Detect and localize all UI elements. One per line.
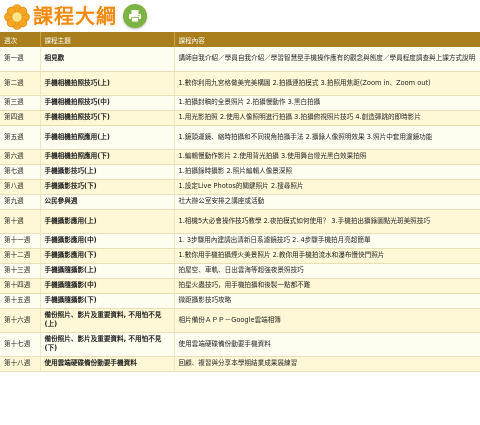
content-cell: 1.用光影拍照 2.使用人像照明進行拍攝 3.拍攝俯視照片技巧 4.創造彈跳的即… (174, 110, 480, 126)
week-cell: 第四週 (0, 110, 41, 126)
table-row: 第五週 手機相機拍照應用(上) 1.鏡頭運鏡、縮時拍攝和不同視角拍攝手法 2.攝錄人… (0, 125, 480, 150)
topic-cell: 備份照片、影片及重要資料, 不用怕不見(上) (40, 308, 175, 333)
week-cell: 第十一週 (0, 233, 41, 249)
topic-cell: 手機攝影技巧(上) (40, 164, 175, 180)
week-cell: 第八週 (0, 179, 41, 195)
topic-cell: 手機攝影應用(中) (40, 233, 175, 249)
table-row: 第十六週 備份照片、影片及重要資料, 不用怕不見(上) 相片備份ＡＰＰ－Google… (0, 308, 480, 333)
content-cell: 相片備份ＡＰＰ－Google雲端相簿 (174, 308, 480, 333)
topic-cell: 備份照片、影片及重要資料, 不用怕不見(下) (40, 332, 175, 357)
week-cell: 第十週 (0, 209, 41, 234)
column-header-content: 課程內容 (174, 32, 480, 47)
topic-cell: 手機相機拍照應用(上) (40, 125, 175, 150)
week-cell: 第七週 (0, 164, 41, 180)
table-row: 第一週 相見歡 講師自我介紹／學員自我介紹／學習智慧型手機操作應有的觀念與態度／學員… (0, 47, 480, 72)
topic-cell: 相見歡 (40, 47, 175, 72)
content-cell: 1.數你利用九宮格做美完美構圖 2.拍攝連拍模式 3.拍照用焦距(Zoom in… (174, 71, 480, 96)
topic-cell: 手機攝影技巧(下) (40, 179, 175, 195)
week-cell: 第十四週 (0, 278, 41, 294)
content-cell: 講師自我介紹／學員自我介紹／學習智慧型手機操作應有的觀念與態度／學員程度調查與上… (174, 47, 480, 72)
topic-cell: 手機攝隨攝影(下) (40, 293, 175, 309)
page-header: 課程大綱 (0, 0, 480, 32)
week-cell: 第十二週 (0, 248, 41, 264)
column-header-week: 週次 (0, 32, 41, 47)
table-row: 第十二週 手機攝影應用(下) 1.數你用手機拍攝煙火美景照片 2.教你用手機拍流水和… (0, 248, 480, 264)
topic-cell: 手機攝影應用(下) (40, 248, 175, 264)
column-header-topic: 課程主題 (40, 32, 175, 47)
table-row: 第十七週 備份照片、影片及重要資料, 不用怕不見(下) 使用雲端硬碟備份動要手機資料 (0, 332, 480, 357)
page-title: 課程大綱 (33, 4, 117, 28)
syllabus-table: 週次 課程主題 課程內容 第一週 相見歡 講師自我介紹／學員自我介紹／學習智慧型手機… (0, 32, 480, 372)
week-cell: 第三週 (0, 95, 41, 111)
week-cell: 第十六週 (0, 308, 41, 333)
content-cell: 社大辦公室安排之講座或活動 (174, 194, 480, 210)
topic-cell: 手機攝影應用(上) (40, 209, 175, 234)
week-cell: 第十五週 (0, 293, 41, 309)
content-cell: 1.拍攝封稿的全景照片 2.拍攝慢動作 3.黑白拍攝 (174, 95, 480, 111)
print-button[interactable] (123, 4, 147, 28)
topic-cell: 手機攝隨攝影(上) (40, 263, 175, 279)
table-row: 第七週 手機攝影技巧(上) 1.拍攝錄時攝影 2.照片編輯人像景深照 (0, 164, 480, 180)
content-cell: 1.數你用手機拍攝煙火美景照片 2.教你用手機拍流水和瀑布慢快門照片 (174, 248, 480, 264)
topic-cell: 使用雲端硬碟備份動要手機資料 (40, 356, 175, 372)
topic-cell: 手機相機拍照技巧(下) (40, 110, 175, 126)
week-cell: 第二週 (0, 71, 41, 96)
week-cell: 第一週 (0, 47, 41, 72)
week-cell: 第十七週 (0, 332, 41, 357)
table-row: 第十一週 手機攝影應用(中) 1. 3步驟用內建調出清新日系濾鏡技巧 2. 4步驟手… (0, 233, 480, 249)
topic-cell: 手機相機拍照技巧(上) (40, 71, 175, 96)
table-row: 第十四週 手機攝隨攝影(中) 拍星火蟲技巧，用手機拍攝和後製一點都不難 (0, 278, 480, 294)
content-cell: 1. 3步驟用內建調出清新日系濾鏡技巧 2. 4步驟手機拍月亮超簡單 (174, 233, 480, 249)
table-row: 第二週 手機相機拍照技巧(上) 1.數你利用九宮格做美完美構圖 2.拍攝連拍模式 3… (0, 71, 480, 96)
topic-cell: 手機相機拍照技巧(中) (40, 95, 175, 111)
content-cell: 微距攝影技巧攻略 (174, 293, 480, 309)
table-row: 第六週 手機相機拍照應用(下) 1.編輯慢動作影片 2.使用背光拍攝 3.使用舞台燈… (0, 149, 480, 165)
table-row: 第四週 手機相機拍照技巧(下) 1.用光影拍照 2.使用人像照明進行拍攝 3.拍攝俯… (0, 110, 480, 126)
content-cell: 使用雲端硬碟備份動要手機資料 (174, 332, 480, 357)
content-cell: 拍星火蟲技巧，用手機拍攝和後製一點都不難 (174, 278, 480, 294)
table-row: 第十三週 手機攝隨攝影(上) 拍屋空、車軌、日出雲海等超強夜景照技巧 (0, 263, 480, 279)
topic-cell: 手機相機拍照應用(下) (40, 149, 175, 165)
content-cell: 1.相機5大必會操作技巧教學 2.夜拍模式如何使用？ 3.手機拍出攝錄圖點光斑美… (174, 209, 480, 234)
table-row: 第八週 手機攝影技巧(下) 1.設定Live Photos的關鍵照片 2.搜尋照片 (0, 179, 480, 195)
week-cell: 第十八週 (0, 356, 41, 372)
flower-icon (4, 4, 30, 30)
week-cell: 第六週 (0, 149, 41, 165)
content-cell: 拍屋空、車軌、日出雲海等超強夜景照技巧 (174, 263, 480, 279)
topic-cell: 手機攝隨攝影(中) (40, 278, 175, 294)
table-header-row: 週次 課程主題 課程內容 (0, 32, 480, 47)
topic-cell: 公民參與週 (40, 194, 175, 210)
content-cell: 1.設定Live Photos的關鍵照片 2.搜尋照片 (174, 179, 480, 195)
printer-icon (129, 10, 141, 23)
content-cell: 回顧、複習與分享本學期結業成果展練習 (174, 356, 480, 372)
week-cell: 第五週 (0, 125, 41, 150)
table-row: 第十五週 手機攝隨攝影(下) 微距攝影技巧攻略 (0, 293, 480, 309)
week-cell: 第十三週 (0, 263, 41, 279)
content-cell: 1.鏡頭運鏡、縮時拍攝和不同視角拍攝手法 2.攝錄人像照明效果 3.照片中套用濾… (174, 125, 480, 150)
table-row: 第十週 手機攝影應用(上) 1.相機5大必會操作技巧教學 2.夜拍模式如何使用？ 3… (0, 209, 480, 234)
table-row: 第十八週 使用雲端硬碟備份動要手機資料 回顧、複習與分享本學期結業成果展練習 (0, 356, 480, 372)
content-cell: 1.拍攝錄時攝影 2.照片編輯人像景深照 (174, 164, 480, 180)
week-cell: 第九週 (0, 194, 41, 210)
table-row: 第九週 公民參與週 社大辦公室安排之講座或活動 (0, 194, 480, 210)
table-row: 第三週 手機相機拍照技巧(中) 1.拍攝封稿的全景照片 2.拍攝慢動作 3.黑白拍攝 (0, 95, 480, 111)
content-cell: 1.編輯慢動作影片 2.使用背光拍攝 3.使用舞台燈光黑白效果拍照 (174, 149, 480, 165)
